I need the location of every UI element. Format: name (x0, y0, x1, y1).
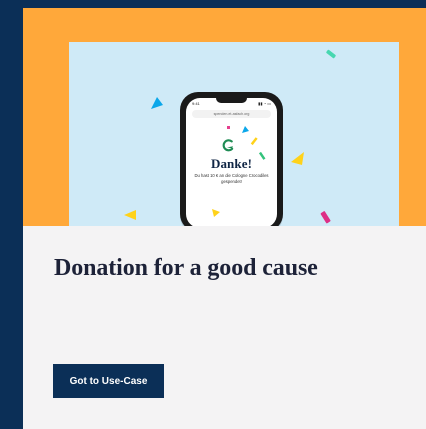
page-title: Donation for a good cause (54, 255, 318, 281)
thanks-title: Danke! (210, 156, 253, 171)
confetti-blue-triangle-icon (151, 97, 163, 109)
url-bar: spenden.et-asfach.org (192, 110, 271, 118)
hero-inner: 9:41 ▮▮ ◔ ▭ spenden.et-asfach.org Danke!… (69, 42, 399, 226)
phone-mockup: 9:41 ▮▮ ◔ ▭ spenden.et-asfach.org Danke!… (180, 92, 283, 226)
confetti-mini-pink-icon (227, 126, 230, 129)
use-case-card: 9:41 ▮▮ ◔ ▭ spenden.et-asfach.org Danke!… (23, 8, 426, 429)
use-case-page: 9:41 ▮▮ ◔ ▭ spenden.et-asfach.org Danke!… (0, 0, 426, 429)
status-bar: 9:41 ▮▮ ◔ ▭ (192, 100, 271, 107)
left-rail (0, 0, 20, 429)
confetti-mint-strip-icon (326, 49, 336, 59)
confetti-mini-blue-icon (242, 126, 249, 133)
thanks-message: Du hast 10 € an die Cologne Crocodiles g… (194, 173, 269, 184)
hero-image: 9:41 ▮▮ ◔ ▭ spenden.et-asfach.org Danke!… (23, 8, 426, 226)
phone-screen: 9:41 ▮▮ ◔ ▭ spenden.et-asfach.org Danke!… (186, 98, 277, 226)
confetti-mini-yellow-strip-icon (250, 137, 258, 146)
confetti-mini-yellow-triangle-icon (212, 209, 220, 217)
confetti-yellow-right-icon (291, 152, 304, 165)
status-time: 9:41 (192, 101, 200, 106)
status-icons: ▮▮ ◔ ▭ (258, 101, 271, 106)
confetti-yellow-left-icon (124, 210, 136, 220)
confetti-pink-strip-icon (320, 211, 331, 224)
crocodile-logo-icon (222, 139, 234, 152)
use-case-button[interactable]: Got to Use-Case (53, 364, 164, 398)
